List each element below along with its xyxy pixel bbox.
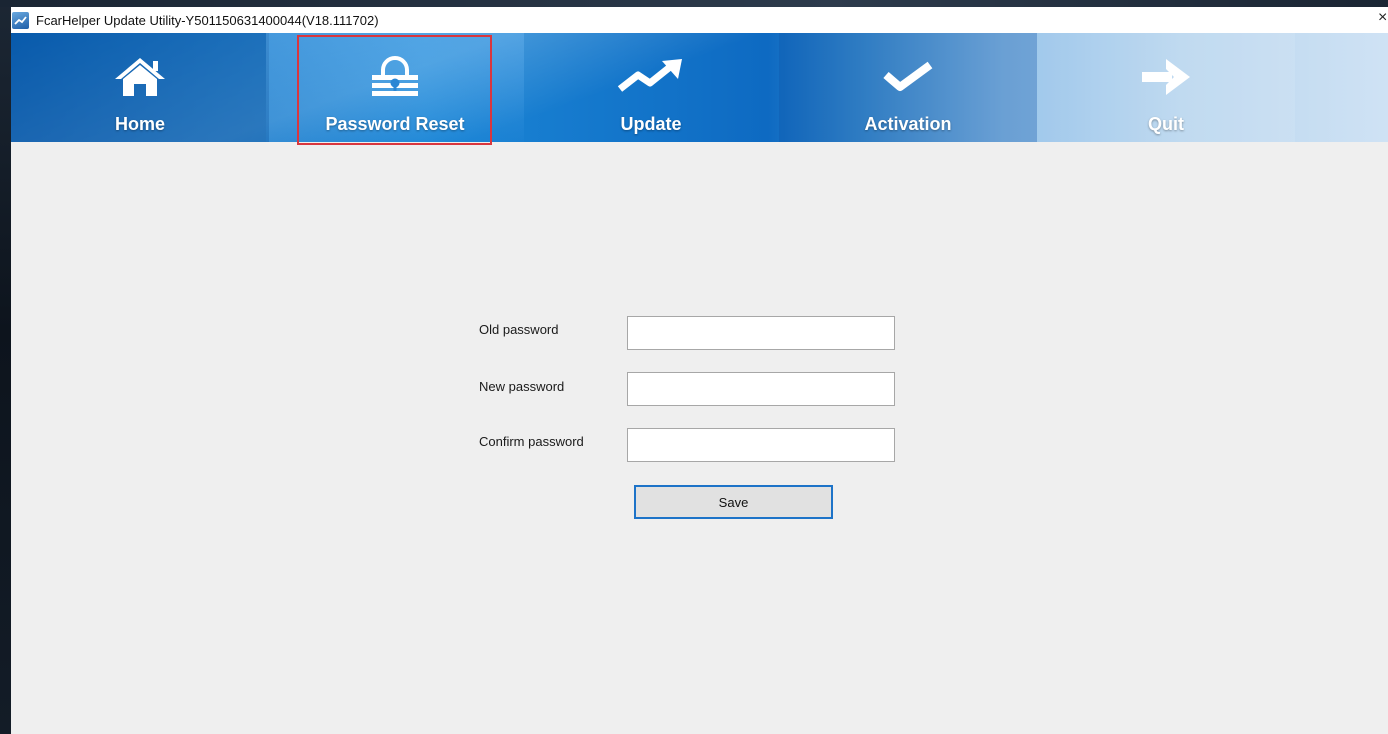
arrow-right-icon — [1136, 55, 1196, 99]
home-icon — [111, 55, 169, 99]
selected-tab-highlight — [297, 35, 492, 145]
desktop-background-top — [0, 0, 1388, 7]
checkmark-icon — [878, 55, 938, 99]
confirm-password-label: Confirm password — [479, 434, 584, 449]
main-toolbar: Home Password Reset Update Activation Qu… — [11, 33, 1388, 142]
old-password-input[interactable] — [627, 316, 895, 350]
toolbar-home-label: Home — [114, 114, 165, 134]
toolbar-activation-label: Activation — [864, 114, 952, 134]
toolbar-home-button[interactable]: Home — [11, 33, 269, 142]
title-bar: FcarHelper Update Utility-Y5011506314000… — [11, 7, 1388, 33]
app-window: FcarHelper Update Utility-Y5011506314000… — [11, 7, 1388, 734]
confirm-password-input[interactable] — [627, 428, 895, 462]
app-icon — [12, 11, 29, 29]
old-password-label: Old password — [479, 322, 559, 337]
toolbar-quit-button[interactable]: Quit — [1037, 33, 1295, 142]
toolbar-update-label: Update — [620, 114, 682, 134]
close-button[interactable]: × — [1378, 9, 1388, 27]
trend-up-icon — [616, 55, 686, 99]
window-title: FcarHelper Update Utility-Y5011506314000… — [36, 12, 379, 28]
new-password-input[interactable] — [627, 372, 895, 406]
new-password-label: New password — [479, 379, 565, 394]
toolbar-activation-button[interactable]: Activation — [779, 33, 1037, 142]
toolbar-quit-label: Quit — [1148, 114, 1184, 134]
desktop-background — [0, 0, 11, 734]
toolbar-update-button[interactable]: Update — [522, 33, 780, 142]
save-button[interactable]: Save — [634, 485, 833, 519]
